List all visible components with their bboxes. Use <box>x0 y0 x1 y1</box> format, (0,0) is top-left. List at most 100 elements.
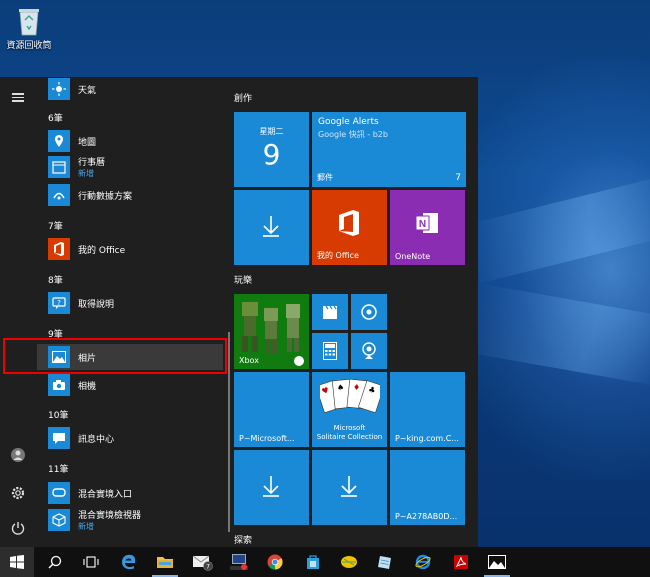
mail-count: 7 <box>455 173 461 183</box>
tile-p278[interactable]: P~A278AB0D... <box>390 450 465 525</box>
group-header[interactable]: 8筆 <box>48 273 63 286</box>
solitaire-caption: Microsoft <box>333 424 366 432</box>
calendar-icon <box>48 156 70 178</box>
playing-cards-icon: ♥ ♠ ♦ ♣ <box>320 378 380 414</box>
user-icon[interactable] <box>10 447 26 463</box>
search-icon[interactable] <box>38 547 72 577</box>
help-icon: ? <box>48 292 70 314</box>
section-play: 玩樂 <box>234 276 253 286</box>
app-label: 相機 <box>78 381 97 392</box>
data-plan-icon <box>48 184 70 206</box>
app-mixed-reality-portal[interactable]: 混合實境入口 <box>48 481 223 505</box>
recycle-bin-label: 資源回收筒 <box>6 41 52 51</box>
app-data-plan[interactable]: 行動數據方案 <box>48 183 223 207</box>
svg-text:N: N <box>419 219 426 230</box>
tile-microsoft-app[interactable]: P~Microsoft... <box>234 372 309 447</box>
tile-download[interactable] <box>234 190 309 265</box>
tile-groove[interactable] <box>351 294 387 330</box>
app-new-badge: 新增 <box>78 169 94 178</box>
map-icon <box>48 130 70 152</box>
svg-text:♦: ♦ <box>353 383 361 393</box>
solitaire-caption: Solitaire Collection <box>316 433 383 441</box>
tile-solitaire[interactable]: ♥ ♠ ♦ ♣ Microsoft Solitaire Collection <box>312 372 387 447</box>
app-label: 地圖 <box>78 137 97 148</box>
group-header[interactable]: 7筆 <box>48 219 63 232</box>
edge-icon[interactable] <box>112 547 146 577</box>
download-icon <box>339 475 359 500</box>
winrar-icon[interactable] <box>332 547 366 577</box>
power-icon[interactable] <box>10 520 26 536</box>
group-header[interactable]: 11筆 <box>48 462 68 475</box>
calendar-day: 9 <box>262 138 281 171</box>
hamburger-icon[interactable] <box>10 91 26 107</box>
tile-king[interactable]: P~king.com.C... <box>390 372 465 447</box>
ie-icon[interactable] <box>406 547 440 577</box>
network-icon[interactable] <box>222 547 256 577</box>
app-maps[interactable]: 地圖 <box>48 129 223 153</box>
app-photos[interactable]: 相片 <box>48 345 223 369</box>
app-weather[interactable]: 天氣 <box>48 77 223 101</box>
camera-icon <box>48 374 70 396</box>
mail-title: Google Alerts <box>318 117 379 127</box>
start-menu: 天氣 6筆 地圖 行事曆 新增 行動數據方案 7筆 我的 Office 8筆 ? … <box>0 77 478 547</box>
app-mixed-reality-viewer[interactable]: 混合實境檢視器 新增 <box>48 508 223 532</box>
mail-subtitle: Google 快訊 - b2b <box>318 130 388 139</box>
cube-icon <box>48 509 70 531</box>
mail-label: 郵件 <box>317 173 333 182</box>
tile-download[interactable] <box>312 450 387 525</box>
app-calendar[interactable]: 行事曆 新增 <box>48 155 223 179</box>
office-icon <box>48 238 70 260</box>
app-list: 天氣 6筆 地圖 行事曆 新增 行動數據方案 7筆 我的 Office 8筆 ? … <box>36 77 228 547</box>
tile-calendar[interactable]: 星期二 9 <box>234 112 309 187</box>
acrobat-icon[interactable] <box>444 547 478 577</box>
group-header[interactable]: 10筆 <box>48 408 68 421</box>
photos-icon <box>48 346 70 368</box>
tile-my-office[interactable]: 我的 Office <box>312 190 387 265</box>
onenote-icon: N <box>415 211 439 238</box>
app-label: 取得說明 <box>78 299 115 310</box>
tile-calculator[interactable] <box>312 333 348 369</box>
tile-movies[interactable] <box>312 294 348 330</box>
download-icon <box>261 475 281 500</box>
notepad-icon[interactable] <box>368 547 402 577</box>
file-explorer-icon[interactable] <box>148 547 182 577</box>
recycle-bin[interactable]: 資源回收筒 <box>4 4 54 51</box>
windows-start-icon[interactable] <box>0 547 34 577</box>
store-icon[interactable] <box>296 547 330 577</box>
app-label: 相片 <box>78 353 97 364</box>
section-explore: 探索 <box>234 536 253 546</box>
calendar-weekday: 星期二 <box>259 127 284 136</box>
tile-label: P~king.com.C... <box>395 434 459 443</box>
chrome-icon[interactable] <box>258 547 292 577</box>
download-icon <box>261 215 281 240</box>
tile-label: Xbox <box>239 356 259 365</box>
tile-onenote[interactable]: N OneNote <box>390 190 465 265</box>
gear-icon[interactable] <box>10 485 26 501</box>
tile-xbox[interactable]: Xbox <box>234 294 309 369</box>
task-view-icon[interactable] <box>74 547 108 577</box>
photos-icon[interactable] <box>480 547 514 577</box>
app-message-center[interactable]: 訊息中心 <box>48 426 223 450</box>
app-list-scrollbar[interactable] <box>228 332 230 532</box>
calculator-icon <box>323 342 337 363</box>
mail-icon[interactable]: 7 <box>186 547 220 577</box>
group-header[interactable]: 9筆 <box>48 327 63 340</box>
tile-webcam[interactable] <box>351 333 387 369</box>
webcam-icon <box>361 342 377 363</box>
app-my-office[interactable]: 我的 Office <box>48 237 223 261</box>
tile-label: P~Microsoft... <box>239 434 295 443</box>
start-rail <box>0 77 36 547</box>
tile-mail[interactable]: Google Alerts Google 快訊 - b2b 郵件 7 <box>312 112 466 187</box>
tile-label: OneNote <box>395 252 431 261</box>
app-label: 行動數據方案 <box>78 191 133 202</box>
app-get-help[interactable]: ? 取得說明 <box>48 291 223 315</box>
group-header[interactable]: 6筆 <box>48 111 63 124</box>
app-label: 混合實境檢視器 <box>78 511 142 521</box>
app-new-badge: 新增 <box>78 522 94 531</box>
tile-download[interactable] <box>234 450 309 525</box>
svg-text:?: ? <box>57 299 61 307</box>
mail-badge: 7 <box>206 564 210 571</box>
tile-label: P~A278AB0D... <box>395 512 458 521</box>
app-camera[interactable]: 相機 <box>48 373 223 397</box>
app-label: 我的 Office <box>78 245 126 256</box>
